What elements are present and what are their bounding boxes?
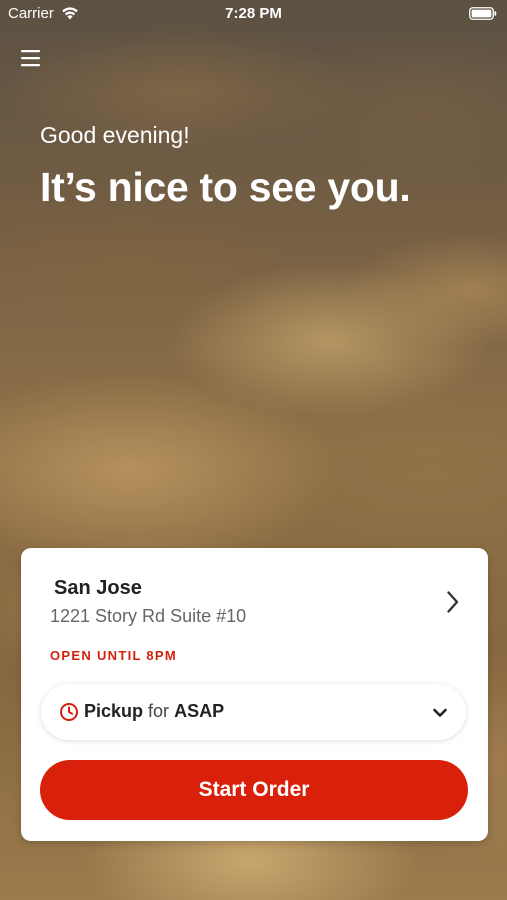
- clock-icon: [59, 702, 79, 727]
- greeting-text: Good evening!: [40, 122, 190, 148]
- order-time-label: ASAP: [174, 701, 225, 721]
- store-hours-status: OPEN UNTIL 8PM: [50, 648, 178, 663]
- order-mode-label: Pickup: [84, 701, 144, 721]
- order-mode-selector[interactable]: Pickup for ASAP: [41, 684, 466, 740]
- store-name: San Jose: [54, 577, 142, 599]
- chevron-down-icon: [432, 706, 448, 724]
- menu-button[interactable]: [16, 46, 44, 70]
- start-order-button[interactable]: Start Order: [40, 760, 468, 820]
- store-address: 1221 Story Rd Suite #10: [50, 606, 247, 626]
- order-card: San Jose 1221 Story Rd Suite #10 OPEN UN…: [21, 548, 488, 841]
- order-mode-connector: for: [148, 701, 170, 721]
- store-location-row[interactable]: San Jose 1221 Story Rd Suite #10: [21, 548, 488, 648]
- status-bar: Carrier 7:28 PM: [0, 0, 507, 28]
- order-mode-text: Pickup for ASAP: [84, 701, 224, 722]
- home-screen: Carrier 7:28 PM Good evening! It’s nice …: [0, 0, 507, 900]
- battery-icon: [469, 7, 497, 24]
- chevron-right-icon: [446, 590, 460, 619]
- welcome-headline: It’s nice to see you.: [40, 164, 411, 210]
- clock-time: 7:28 PM: [225, 5, 282, 22]
- hamburger-menu-icon: [16, 50, 44, 74]
